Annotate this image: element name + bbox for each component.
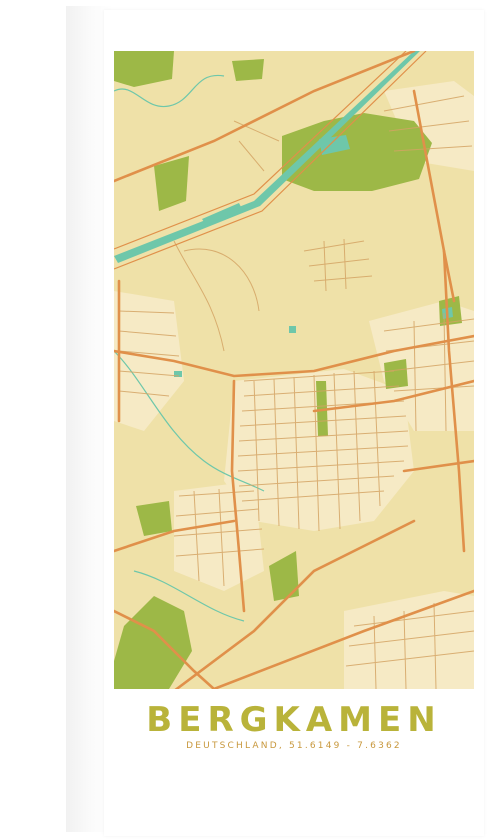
- green-patch-north: [232, 59, 264, 81]
- green-patch-east: [384, 359, 408, 389]
- city-map: [114, 51, 474, 689]
- pond-small-1: [289, 326, 296, 333]
- city-title: BERGKAMEN: [146, 700, 442, 740]
- country-coordinates: DEUTSCHLAND, 51.6149 - 7.6362: [186, 741, 402, 751]
